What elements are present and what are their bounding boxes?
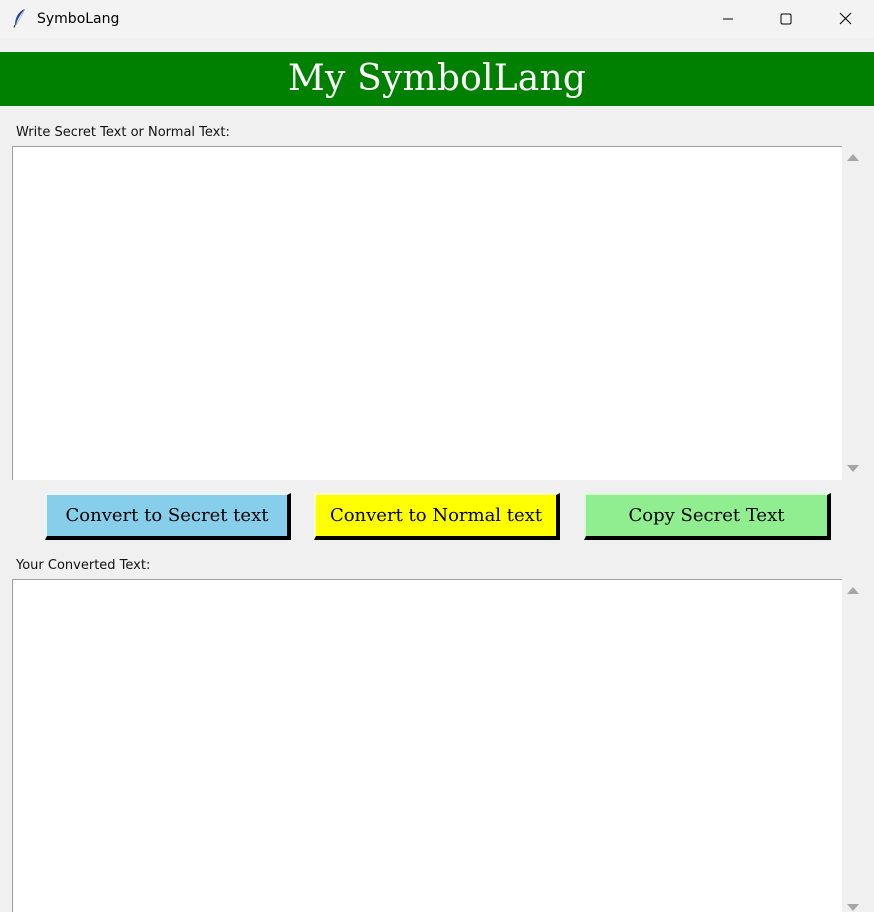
app-window: SymboLang My SymbolLang Write Secret Tex… [0, 0, 874, 912]
convert-to-secret-label: Convert to Secret text [65, 505, 269, 526]
page-title: My SymbolLang [287, 58, 587, 99]
header-banner: My SymbolLang [0, 52, 874, 106]
window-title: SymboLang [37, 11, 120, 27]
copy-secret-button[interactable]: Copy Secret Text [584, 493, 831, 540]
scroll-up-arrow-icon[interactable] [847, 154, 859, 161]
maximize-icon [780, 10, 792, 29]
convert-to-secret-button[interactable]: Convert to Secret text [45, 493, 291, 540]
input-scrollbar[interactable] [842, 146, 864, 480]
input-label: Write Secret Text or Normal Text: [16, 125, 230, 140]
scroll-up-arrow-icon[interactable] [847, 587, 859, 594]
minimize-icon [722, 10, 734, 29]
close-button[interactable] [816, 0, 874, 38]
input-textarea[interactable] [12, 146, 842, 480]
convert-to-normal-button[interactable]: Convert to Normal text [314, 493, 560, 540]
scroll-down-arrow-icon[interactable] [847, 904, 859, 911]
feather-icon [12, 8, 28, 28]
minimize-button[interactable] [699, 0, 757, 38]
convert-to-normal-label: Convert to Normal text [329, 505, 543, 526]
scroll-down-arrow-icon[interactable] [847, 465, 859, 472]
title-bar[interactable]: SymboLang [0, 0, 874, 38]
output-scrollbar[interactable] [842, 579, 864, 912]
output-label: Your Converted Text: [16, 558, 151, 573]
copy-secret-label: Copy Secret Text [628, 505, 785, 526]
output-textarea[interactable] [12, 579, 842, 912]
maximize-button[interactable] [757, 0, 815, 38]
close-icon [839, 10, 852, 29]
